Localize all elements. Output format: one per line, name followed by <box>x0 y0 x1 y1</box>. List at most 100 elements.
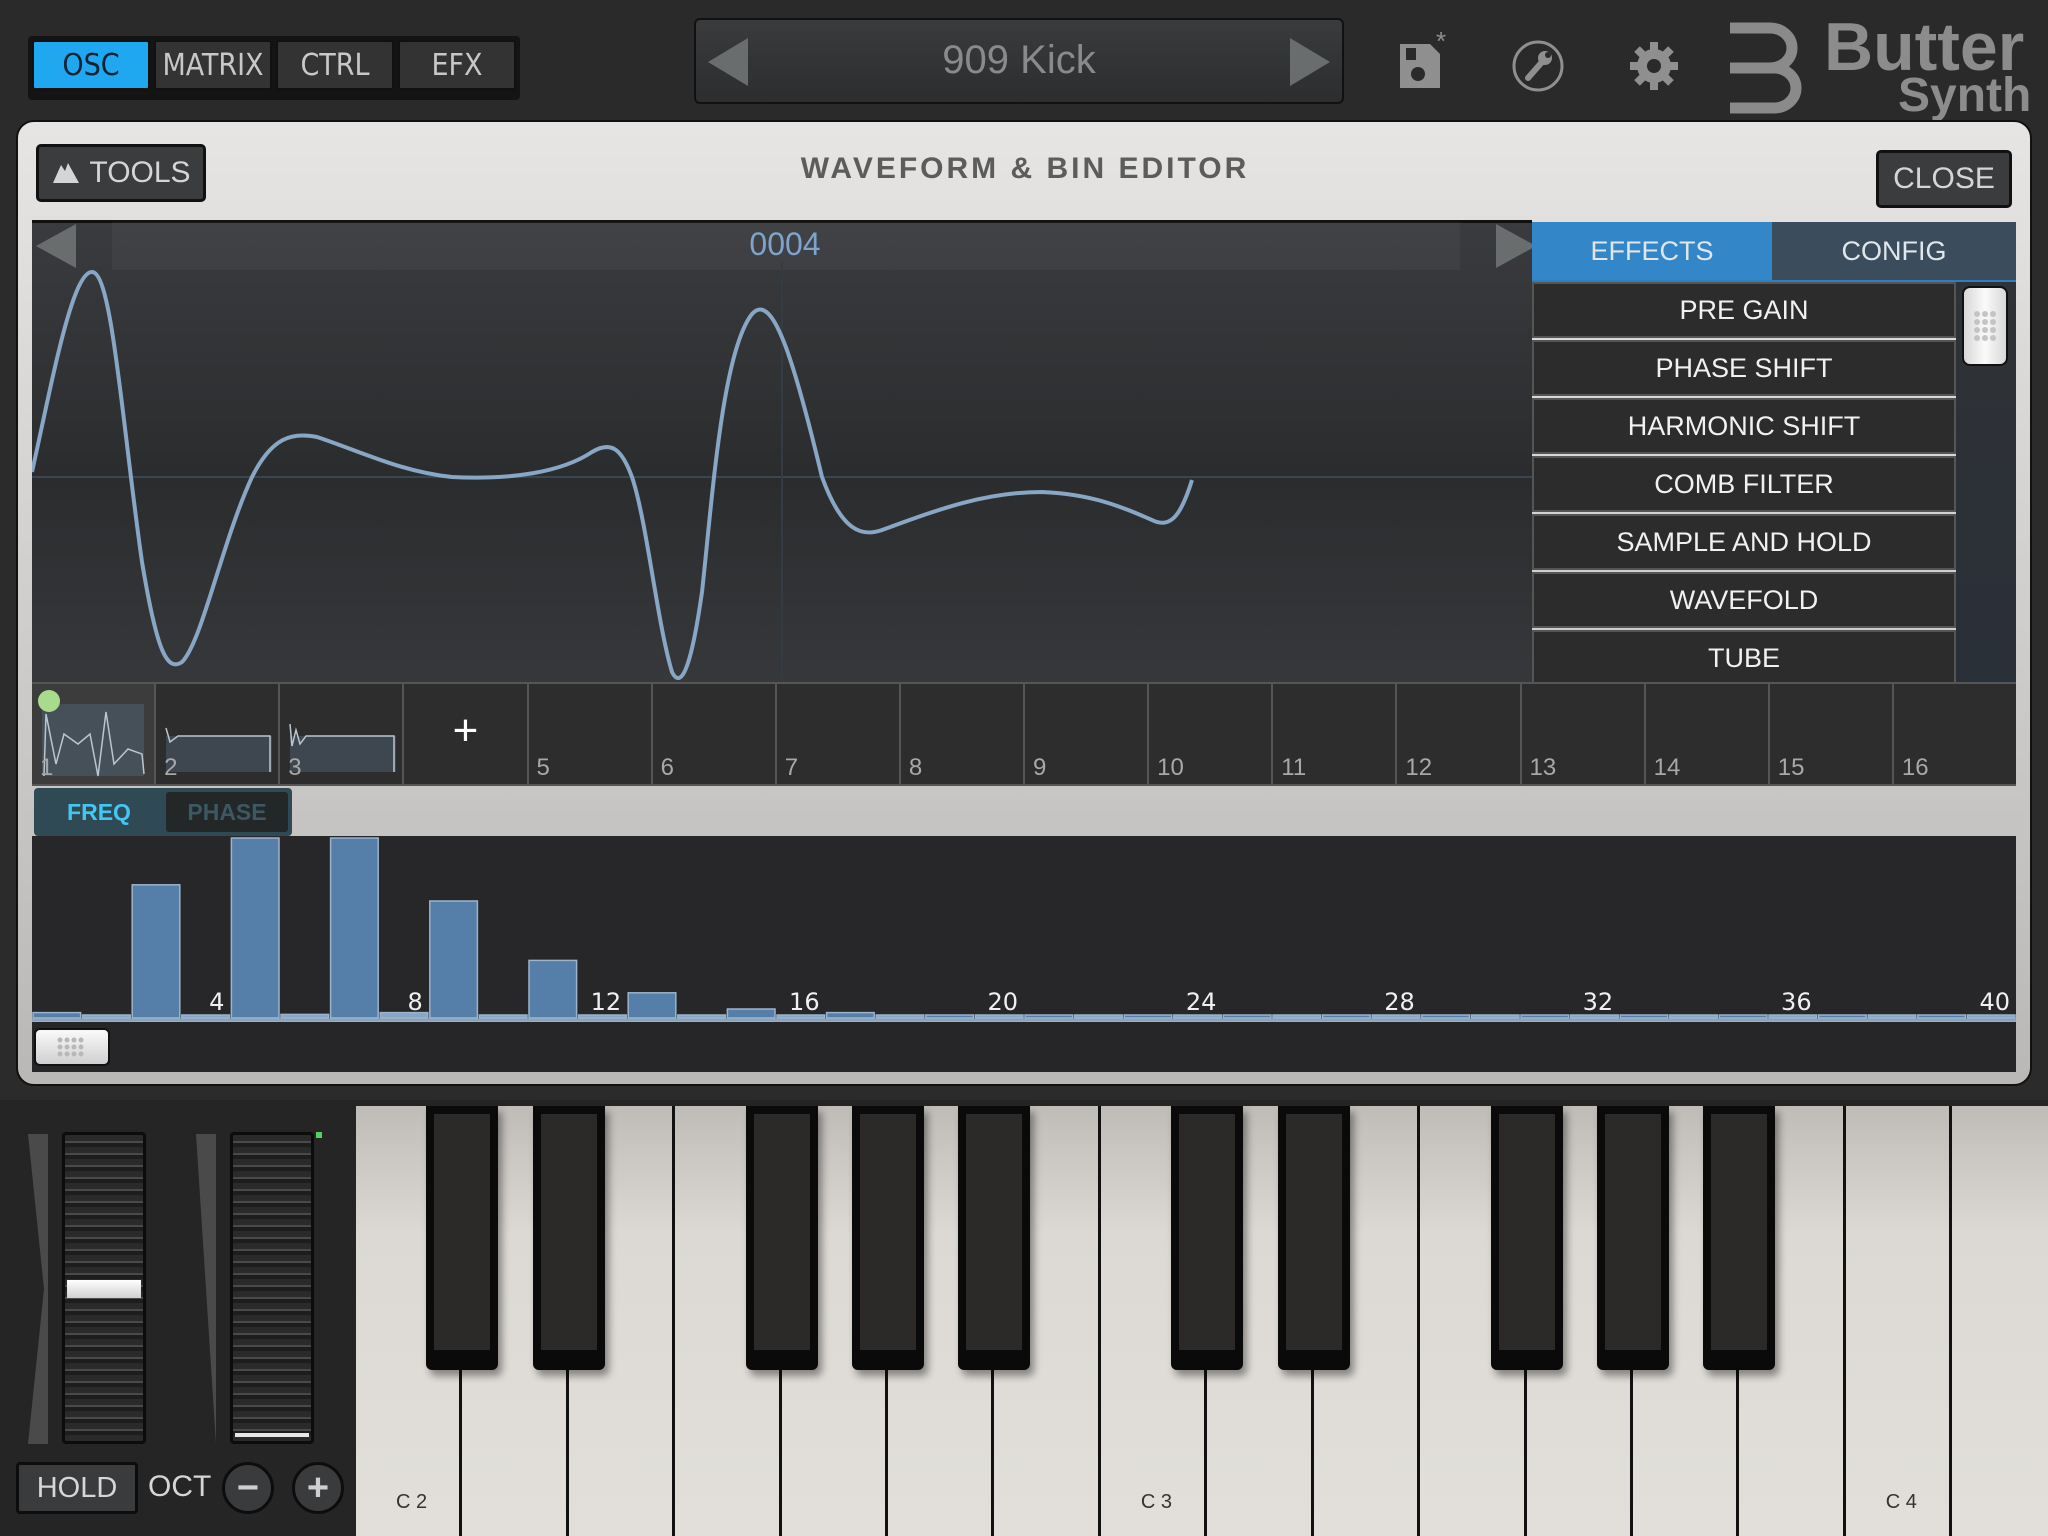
bin-bar[interactable] <box>1222 1014 1272 1019</box>
bin-bar[interactable] <box>925 1014 975 1019</box>
wave-slot[interactable]: 10 <box>1149 684 1274 784</box>
bin-bar[interactable] <box>1718 1014 1768 1019</box>
wave-slot[interactable]: 12 <box>1397 684 1522 784</box>
black-key[interactable] <box>532 1106 605 1370</box>
wave-slot[interactable]: 15 <box>1770 684 1894 784</box>
black-key[interactable] <box>1277 1106 1350 1370</box>
bin-bar[interactable] <box>32 1011 82 1019</box>
tab-matrix[interactable]: MATRIX <box>154 40 272 90</box>
tab-ctrl[interactable]: CTRL <box>276 40 394 90</box>
bin-bar[interactable] <box>230 837 280 1019</box>
bin-bar-chart[interactable]: 4 8 12 16 20 24 28 32 36 40 <box>32 836 2016 1022</box>
effect-phase-shift[interactable]: PHASE SHIFT <box>1532 340 1956 396</box>
black-key[interactable] <box>852 1106 925 1370</box>
pitch-wheel[interactable] <box>62 1132 146 1444</box>
effect-pre-gain[interactable]: PRE GAIN <box>1532 282 1956 338</box>
octave-up-button[interactable]: + <box>292 1462 344 1514</box>
bin-bar[interactable] <box>1272 1014 1322 1019</box>
bins-scroll-thumb[interactable] <box>34 1028 110 1066</box>
bin-bar[interactable] <box>1817 1014 1867 1019</box>
tab-osc[interactable]: OSC <box>32 40 150 90</box>
bin-bar[interactable] <box>1917 1014 1967 1019</box>
bin-bar[interactable] <box>1073 1014 1123 1019</box>
effect-harmonic-shift[interactable]: HARMONIC SHIFT <box>1532 398 1956 454</box>
tab-config[interactable]: CONFIG <box>1772 222 2016 280</box>
effect-wavefold[interactable]: WAVEFOLD <box>1532 572 1956 628</box>
hold-button[interactable]: HOLD <box>16 1462 138 1514</box>
wave-slot[interactable]: 6 <box>653 684 777 784</box>
next-preset-button[interactable] <box>1290 38 1330 86</box>
add-slot-button[interactable]: + <box>404 684 529 784</box>
wave-slot[interactable]: 5 <box>529 684 653 784</box>
wave-slot[interactable]: 13 <box>1522 684 1646 784</box>
slot-number: 11 <box>1281 754 1307 781</box>
wave-slot[interactable]: 11 <box>1273 684 1398 784</box>
mod-wheel-marker <box>235 1433 309 1437</box>
bin-bar[interactable] <box>1520 1014 1570 1019</box>
white-key[interactable] <box>1952 1106 2048 1536</box>
preset-name[interactable]: 909 Kick <box>696 38 1342 83</box>
bin-bar[interactable] <box>528 959 578 1019</box>
wave-slot[interactable]: 16 <box>1894 684 2016 784</box>
wave-slot[interactable]: 9 <box>1025 684 1150 784</box>
slot-number: 2 <box>164 754 178 781</box>
bin-bar[interactable] <box>825 1011 875 1019</box>
black-key[interactable] <box>426 1106 499 1370</box>
bin-bar[interactable] <box>131 884 181 1019</box>
black-key[interactable] <box>1703 1106 1776 1370</box>
black-key[interactable] <box>745 1106 818 1370</box>
black-key[interactable] <box>1171 1106 1244 1370</box>
butter-logo-icon <box>1730 22 1802 114</box>
grip-icon <box>1974 311 1996 341</box>
settings-button[interactable] <box>1626 38 1682 94</box>
wave-slot[interactable]: 7 <box>777 684 901 784</box>
bin-bar[interactable] <box>1619 1014 1669 1019</box>
tab-efx[interactable]: EFX <box>398 40 516 90</box>
bin-bar[interactable] <box>875 1014 925 1019</box>
slot-number: 14 <box>1653 754 1681 781</box>
wrench-icon <box>1512 40 1564 92</box>
waveform-curve[interactable] <box>32 269 1194 680</box>
slot-number: 7 <box>784 754 799 781</box>
wave-slot[interactable]: 2 <box>156 684 281 784</box>
tab-effects[interactable]: EFFECTS <box>1532 222 1772 280</box>
phase-toggle[interactable]: PHASE <box>166 792 288 832</box>
bin-bar[interactable] <box>1470 1014 1520 1019</box>
bin-bar[interactable] <box>478 1014 528 1019</box>
save-button[interactable]: * <box>1394 26 1454 94</box>
black-key[interactable] <box>958 1106 1031 1370</box>
wave-slot[interactable]: 14 <box>1646 684 1770 784</box>
white-key[interactable]: C 4 <box>1845 1106 1953 1536</box>
bin-bar[interactable] <box>1669 1014 1719 1019</box>
wave-slot[interactable]: 8 <box>901 684 1025 784</box>
bins-scrollbar[interactable] <box>32 1022 2016 1072</box>
bin-bar[interactable] <box>280 1013 330 1019</box>
tools-button[interactable]: TOOLS <box>36 144 206 202</box>
effects-scroll-thumb[interactable] <box>1962 286 2008 366</box>
bin-bar[interactable] <box>1421 1014 1471 1019</box>
mod-wheel[interactable] <box>230 1132 314 1444</box>
bin-bar[interactable] <box>429 900 479 1019</box>
effect-sample-and-hold[interactable]: SAMPLE AND HOLD <box>1532 514 1956 570</box>
bin-bar[interactable] <box>677 1014 727 1019</box>
wave-slot[interactable]: 1 <box>32 684 157 784</box>
bin-bar[interactable] <box>1123 1014 1173 1019</box>
close-button[interactable]: CLOSE <box>1876 150 2012 208</box>
effect-comb-filter[interactable]: COMB FILTER <box>1532 456 1956 512</box>
bin-bar[interactable] <box>1867 1014 1917 1019</box>
octave-down-button[interactable]: − <box>222 1462 274 1514</box>
black-key[interactable] <box>1490 1106 1563 1370</box>
slot-number: 5 <box>536 754 550 781</box>
bin-bar[interactable] <box>329 837 379 1019</box>
wave-slot[interactable]: 3 <box>280 684 405 784</box>
bin-bar[interactable] <box>1321 1014 1371 1019</box>
bin-bar[interactable] <box>1024 1014 1074 1019</box>
pitch-range-indicator <box>28 1134 48 1444</box>
bin-bar[interactable] <box>81 1014 131 1019</box>
black-key[interactable] <box>1596 1106 1669 1370</box>
bin-bar[interactable] <box>627 992 677 1019</box>
bin-bar[interactable] <box>726 1008 776 1019</box>
effect-tube[interactable]: TUBE <box>1532 630 1956 686</box>
tools-settings-button[interactable] <box>1510 38 1566 94</box>
freq-toggle[interactable]: FREQ <box>34 788 164 836</box>
